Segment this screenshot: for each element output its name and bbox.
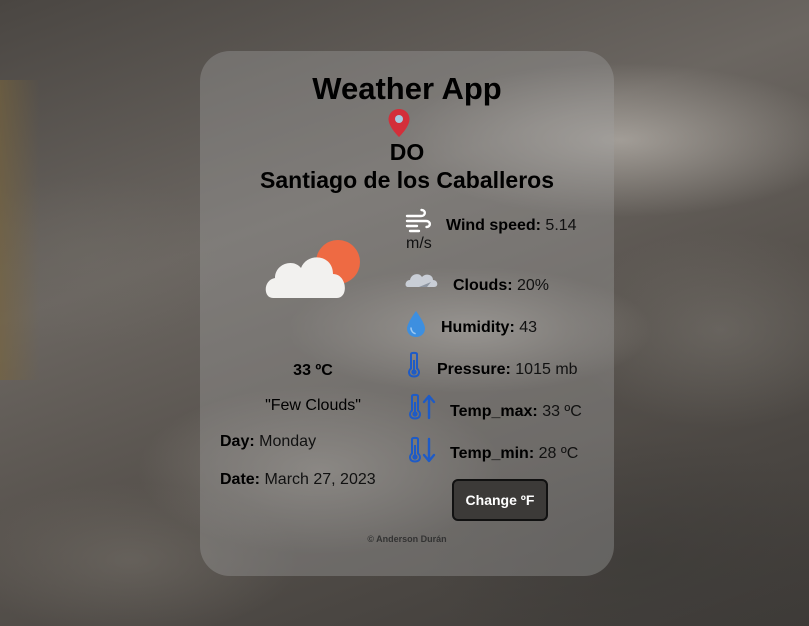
humidity-label: Humidity: (441, 319, 515, 336)
day-row: Day: Monday (220, 433, 316, 451)
clouds-value: 20% (517, 277, 550, 294)
few-clouds-icon (265, 240, 360, 298)
country-code: DO (389, 139, 425, 165)
temp-max-label: Temp_max: (450, 403, 538, 420)
clouds-row: Clouds: 20% (453, 277, 549, 295)
map-pin-icon (388, 109, 410, 137)
pressure-row: Pressure: 1015 mb (437, 361, 578, 379)
temp-max-row: Temp_max: 33 ºC (450, 403, 582, 421)
wind-speed-unit: m/s (406, 235, 432, 252)
temp-min-row: Temp_min: 28 ºC (450, 445, 578, 463)
background-rock (0, 80, 40, 380)
humidity-value: 43 (519, 319, 538, 336)
cloud-icon (405, 274, 438, 287)
thermometer-icon (408, 351, 420, 378)
weather-card: Weather App DO Santiago de los Caballero… (200, 51, 614, 576)
city-name: Santiago de los Caballeros (260, 167, 554, 193)
date-row: Date: March 27, 2023 (220, 471, 376, 489)
pressure-value: 1015 mb (515, 361, 578, 378)
clouds-label: Clouds: (453, 277, 513, 294)
change-unit-button[interactable]: Change ºF (452, 479, 548, 521)
day-value: Monday (259, 433, 317, 450)
temp-max-value: 33 ºC (542, 403, 582, 420)
footer-credit: © Anderson Durán (367, 534, 447, 544)
thermometer-up-icon (409, 393, 436, 420)
temp-min-value: 28 ºC (538, 445, 579, 462)
date-label: Date: (220, 471, 261, 488)
current-temperature: 33 ºC (293, 362, 333, 379)
date-value: March 27, 2023 (264, 471, 376, 488)
temp-min-label: Temp_min: (450, 445, 535, 462)
pressure-label: Pressure: (437, 361, 511, 378)
wind-icon (405, 208, 431, 233)
wind-speed-row: Wind speed: 5.14 (446, 217, 577, 235)
humidity-row: Humidity: 43 (441, 319, 537, 337)
app-title: Weather App (312, 71, 502, 106)
wind-speed-label: Wind speed: (446, 217, 541, 234)
wind-speed-value: 5.14 (545, 217, 577, 234)
water-drop-icon (407, 311, 425, 337)
day-label: Day: (220, 433, 255, 450)
weather-description: "Few Clouds" (265, 397, 361, 414)
thermometer-down-icon (409, 436, 436, 463)
